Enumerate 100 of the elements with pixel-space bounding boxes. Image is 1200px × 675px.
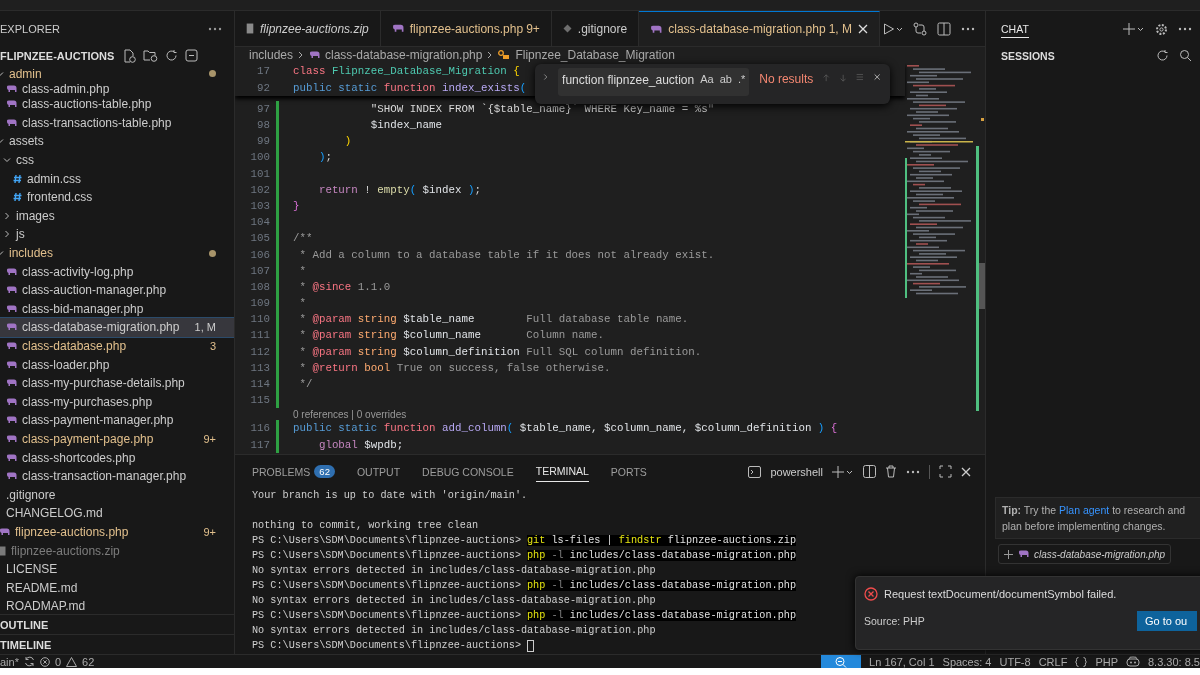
status-item[interactable]: UTF-8 — [999, 655, 1031, 668]
file-tree-item[interactable]: admin.css — [0, 169, 234, 188]
new-folder-icon[interactable] — [143, 49, 158, 63]
file-tree-item[interactable]: ROADMAP.md — [0, 597, 234, 615]
search-option-toggle[interactable]: .* — [737, 73, 746, 86]
file-tree-item[interactable]: .gitignore — [0, 485, 234, 505]
file-tree-item[interactable]: CHANGELOG.md — [0, 504, 234, 523]
refresh-icon[interactable] — [165, 49, 178, 63]
file-tree-item[interactable]: class-transaction-manager.php — [0, 466, 234, 486]
plan-agent-link[interactable]: Plan agent — [1059, 504, 1110, 517]
branch-name[interactable]: ain* — [0, 655, 19, 668]
file-tree-item[interactable]: class-auction-manager.php — [0, 280, 234, 300]
file-tree-item[interactable]: class-my-purchases.php — [0, 392, 234, 412]
file-tree-item[interactable]: class-my-purchase-details.php — [0, 373, 234, 393]
file-tree-item[interactable]: class-shortcodes.php — [0, 448, 234, 467]
breadcrumb-item[interactable]: class-database-migration.php — [325, 48, 483, 63]
editor-tab[interactable]: flipnzee-auctions.php 9+ — [380, 11, 552, 47]
file-tree-item[interactable]: includes — [0, 243, 234, 263]
file-tree-item[interactable]: README.md — [0, 578, 234, 597]
panel-tab[interactable]: DEBUG CONSOLE — [422, 461, 514, 482]
elephant-icon — [6, 85, 17, 93]
elephant-icon — [6, 304, 17, 313]
more-icon[interactable] — [961, 26, 975, 31]
file-tree-item[interactable]: assets — [0, 132, 234, 151]
codelens-text[interactable]: 0 references | 0 overrides — [235, 408, 905, 421]
search-option-toggle[interactable]: Aa — [700, 73, 714, 86]
add-terminal-icon[interactable] — [832, 465, 854, 478]
file-tree-item[interactable]: class-payment-manager.php — [0, 411, 234, 430]
zoom-out-icon[interactable] — [821, 654, 862, 669]
file-tree-item[interactable]: flipnzee-auctions.zip — [0, 541, 234, 560]
warning-count[interactable]: 62 — [82, 655, 95, 668]
file-name: css — [16, 153, 34, 168]
status-item[interactable]: CRLF — [1038, 655, 1068, 668]
close-icon[interactable] — [961, 466, 971, 477]
context-file-chip[interactable]: class-database-migration.php — [998, 544, 1172, 565]
file-tree-item[interactable]: LICENSE — [0, 559, 234, 579]
split-editor-icon[interactable] — [937, 21, 951, 36]
file-tree-item[interactable]: flipnzee-auctions.php 9+ — [0, 522, 234, 542]
sync-icon[interactable] — [23, 656, 35, 668]
editor-tab[interactable]: flipnzee-auctions.zip — [235, 11, 381, 47]
trash-icon[interactable] — [885, 465, 897, 479]
close-icon[interactable] — [858, 24, 868, 35]
run-icon[interactable] — [883, 22, 903, 35]
close-icon[interactable] — [873, 72, 880, 83]
more-icon[interactable] — [906, 469, 920, 474]
status-item[interactable]: Ln 167, Col 1 — [869, 655, 935, 668]
maximize-icon[interactable] — [939, 465, 952, 479]
more-icon[interactable] — [208, 27, 222, 32]
chevron-icon — [298, 51, 305, 60]
search-icon[interactable] — [1179, 49, 1192, 63]
find-input[interactable]: function flipnzee_auction Aa ab .* — [558, 68, 750, 97]
elephant-icon — [0, 527, 10, 536]
collapse-all-icon[interactable] — [185, 49, 198, 63]
more-icon[interactable] — [1178, 27, 1192, 32]
terminal-name[interactable]: powershell — [770, 465, 823, 478]
file-tree-item[interactable]: class-bid-manager.php — [0, 299, 234, 319]
panel-tab[interactable]: PORTS — [610, 461, 647, 482]
panel-tab[interactable]: OUTPUT — [356, 461, 401, 482]
status-item[interactable]: 8.3.30: 8.5 — [1148, 655, 1200, 668]
status-item[interactable]: Spaces: 4 — [942, 655, 992, 668]
notification-action-button[interactable]: Go to ou — [1137, 611, 1197, 631]
file-name: ROADMAP.md — [6, 599, 86, 614]
breadcrumb-item[interactable]: includes — [249, 48, 294, 63]
new-file-icon[interactable] — [123, 48, 136, 63]
refresh-icon[interactable] — [1156, 49, 1169, 63]
breadcrumb-item[interactable]: Flipnzee_Database_Migration — [515, 48, 675, 63]
file-tree-item[interactable]: frontend.css — [0, 187, 234, 207]
error-icon — [39, 656, 50, 667]
file-tree-item[interactable]: class-admin.php — [0, 83, 234, 95]
search-option-toggle[interactable]: ab — [719, 73, 732, 86]
file-tree-item[interactable]: class-transactions-table.php — [0, 113, 234, 133]
archive-icon — [246, 23, 254, 35]
workspace-title[interactable]: FLIPNZEE-AUCTIONS — [0, 49, 115, 62]
file-tree-item[interactable]: class-payment-page.php 9+ — [0, 429, 234, 449]
editor-tab[interactable]: class-database-migration.php 1, M — [639, 11, 880, 47]
file-name: admin.css — [27, 171, 82, 186]
chat-tab[interactable]: CHAT — [1001, 20, 1029, 38]
file-tree-item[interactable]: admin — [0, 64, 234, 83]
terminal-output: nothing to commit, working tree clean — [252, 520, 479, 532]
status-item[interactable]: PHP — [1095, 655, 1118, 668]
line-number: 103 — [249, 200, 270, 212]
file-name: class-bid-manager.php — [22, 301, 144, 316]
settings-icon[interactable] — [1155, 22, 1168, 36]
add-icon[interactable] — [1123, 23, 1145, 36]
file-tree-item[interactable]: class-auctions-table.php — [0, 95, 234, 114]
split-icon[interactable] — [863, 465, 876, 479]
chevron-icon[interactable] — [543, 72, 549, 83]
file-tree-item[interactable]: images — [0, 206, 234, 226]
section-header[interactable]: OUTLINE — [0, 614, 234, 635]
panel-tab[interactable]: TERMINAL — [535, 461, 589, 483]
file-tree-item[interactable]: class-database.php 3 — [0, 336, 234, 356]
file-tree-item[interactable]: css — [0, 150, 234, 170]
file-tree-item[interactable]: class-loader.php — [0, 355, 234, 374]
file-tree-item[interactable]: class-activity-log.php — [0, 262, 234, 281]
file-tree-item[interactable]: class-database-migration.php 1, M — [0, 318, 234, 337]
error-count[interactable]: 0 — [54, 655, 62, 668]
panel-tab[interactable]: PROBLEMS 62 — [252, 461, 335, 482]
file-tree-item[interactable]: js — [0, 225, 234, 244]
compare-changes-icon[interactable] — [913, 21, 927, 36]
copilot-icon[interactable] — [1126, 656, 1140, 668]
